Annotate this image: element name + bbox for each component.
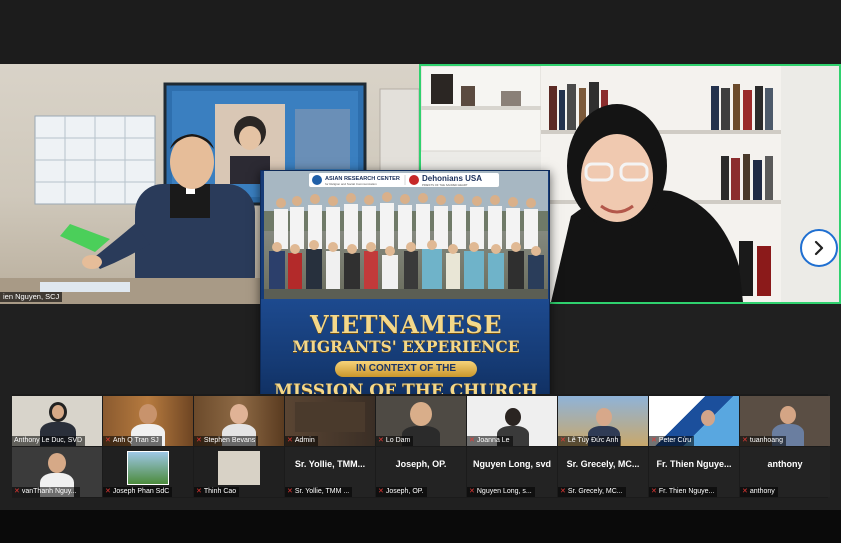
mic-muted-icon: ✕ bbox=[378, 488, 384, 495]
participant-name: ✕ Admin bbox=[285, 436, 318, 446]
mic-muted-icon: ✕ bbox=[560, 488, 566, 495]
participant-tile[interactable]: ✕ vanThanh Nguy... bbox=[12, 447, 102, 497]
participant-name: ✕ Peter Cửu bbox=[649, 436, 695, 446]
mic-muted-icon: ✕ bbox=[742, 488, 748, 495]
mic-muted-icon: ✕ bbox=[196, 488, 202, 495]
logo-right-text: Dehonians USA bbox=[422, 174, 482, 183]
participant-tile[interactable]: Joseph, OP. ✕ Joseph, OP. bbox=[376, 447, 466, 497]
participant-tile[interactable]: ✕ Anh Q Tran SJ bbox=[103, 396, 193, 446]
poster-title-line-1: VIETNAMESE bbox=[309, 310, 503, 339]
participant-tile[interactable]: ✕ tuanhoang bbox=[740, 396, 830, 446]
logo-left-sub: for Religion and Social Communication bbox=[325, 182, 377, 186]
mic-muted-icon: ✕ bbox=[378, 437, 384, 444]
mic-muted-icon: ✕ bbox=[742, 437, 748, 444]
bottom-bar bbox=[0, 510, 841, 543]
participant-name: ✕ Fr. Thien Nguye... bbox=[649, 487, 718, 497]
speaker-name-label-left: ien Nguyen, SCJ bbox=[0, 292, 63, 302]
participant-name: ✕ Joseph, OP. bbox=[376, 487, 427, 497]
zoom-meeting-window: ien Nguyen, SCJ ASIAN RESEARCH CENTER fo… bbox=[0, 0, 841, 543]
participant-name: ✕ tuanhoang bbox=[740, 436, 786, 446]
mic-muted-icon: ✕ bbox=[469, 437, 475, 444]
participant-name: ✕ Lo Dam bbox=[376, 436, 414, 446]
participant-name: ✕ vanThanh Nguy... bbox=[12, 487, 80, 497]
mic-muted-icon: ✕ bbox=[287, 437, 293, 444]
sponsor-logos: ASIAN RESEARCH CENTER for Religion and S… bbox=[309, 173, 499, 187]
participant-name: ✕ Lê Tùy Đức Anh bbox=[558, 436, 622, 446]
asian-research-center-logo-icon bbox=[312, 175, 322, 185]
participant-display-name: Fr. Thien Nguye... bbox=[656, 459, 732, 469]
participant-tile[interactable]: ✕ Joseph Phan SdC bbox=[103, 447, 193, 497]
mic-muted-icon: ✕ bbox=[469, 488, 475, 495]
participant-tile[interactable]: Sr. Grecely, MC... ✕ Sr. Grecely, MC... bbox=[558, 447, 648, 497]
participant-name: ✕ Joseph Phan SdC bbox=[103, 487, 173, 497]
mic-muted-icon: ✕ bbox=[14, 488, 20, 495]
participant-tile[interactable]: Nguyen Long, svd ✕ Nguyen Long, s... bbox=[467, 447, 557, 497]
mic-muted-icon: ✕ bbox=[105, 437, 111, 444]
event-poster: ASIAN RESEARCH CENTER for Religion and S… bbox=[260, 170, 550, 408]
logo-right-sub: PRIESTS OF THE SACRED HEART bbox=[422, 183, 468, 187]
participant-name: ✕ Stephen Bevans bbox=[194, 436, 259, 446]
participant-name: Anthony Le Duc, SVD bbox=[12, 436, 86, 446]
participant-name: ✕ Sr. Grecely, MC... bbox=[558, 487, 626, 497]
poster-title-line-2: MIGRANTS' EXPERIENCE bbox=[292, 337, 520, 356]
mic-muted-icon: ✕ bbox=[560, 437, 566, 444]
participant-display-name: anthony bbox=[767, 459, 803, 469]
participant-tile[interactable]: ✕ Lo Dam bbox=[376, 396, 466, 446]
dehonians-logo-icon bbox=[409, 175, 419, 185]
poster-title-line-3: IN CONTEXT OF THE bbox=[335, 361, 477, 377]
participant-tile[interactable]: ✕ Stephen Bevans bbox=[194, 396, 284, 446]
participant-name: ✕ Joanna Le bbox=[467, 436, 513, 446]
participant-gallery: Anthony Le Duc, SVD ✕ Anh Q Tran SJ ✕ Step… bbox=[12, 394, 830, 498]
participant-tile[interactable]: Fr. Thien Nguye... ✕ Fr. Thien Nguye... bbox=[649, 447, 739, 497]
participant-tile[interactable]: Anthony Le Duc, SVD bbox=[12, 396, 102, 446]
participant-tile[interactable]: anthony ✕ anthony bbox=[740, 447, 830, 497]
mic-muted-icon: ✕ bbox=[651, 437, 657, 444]
participant-display-name: Nguyen Long, svd bbox=[472, 459, 551, 469]
mic-muted-icon: ✕ bbox=[105, 488, 111, 495]
participant-display-name: Sr. Grecely, MC... bbox=[566, 459, 640, 469]
mic-muted-icon: ✕ bbox=[196, 437, 202, 444]
mic-muted-icon: ✕ bbox=[651, 488, 657, 495]
participant-name: ✕ Thinh Cao bbox=[194, 487, 240, 497]
participant-tile[interactable]: ✕ Peter Cửu bbox=[649, 396, 739, 446]
participant-tile[interactable]: ✕ Thinh Cao bbox=[194, 447, 284, 497]
mic-muted-icon: ✕ bbox=[287, 488, 293, 495]
participant-tile[interactable]: ✕ Lê Tùy Đức Anh bbox=[558, 396, 648, 446]
participant-tile[interactable]: ✕ Joanna Le bbox=[467, 396, 557, 446]
participant-tile[interactable]: Sr. Yollie, TMM... ✕ Sr. Yollie, TMM ... bbox=[285, 447, 375, 497]
participant-display-name: Joseph, OP. bbox=[395, 459, 447, 469]
participant-name: ✕ Anh Q Tran SJ bbox=[103, 436, 162, 446]
chevron-right-icon bbox=[814, 240, 824, 256]
participant-name: ✕ Nguyen Long, s... bbox=[467, 487, 535, 497]
participant-name: ✕ anthony bbox=[740, 487, 778, 497]
participant-display-name: Sr. Yollie, TMM... bbox=[294, 459, 366, 469]
participant-tile[interactable]: ✕ Admin bbox=[285, 396, 375, 446]
next-page-button[interactable] bbox=[800, 229, 838, 267]
group-photo bbox=[264, 171, 548, 301]
participant-name: ✕ Sr. Yollie, TMM ... bbox=[285, 487, 353, 497]
top-band bbox=[0, 0, 841, 64]
